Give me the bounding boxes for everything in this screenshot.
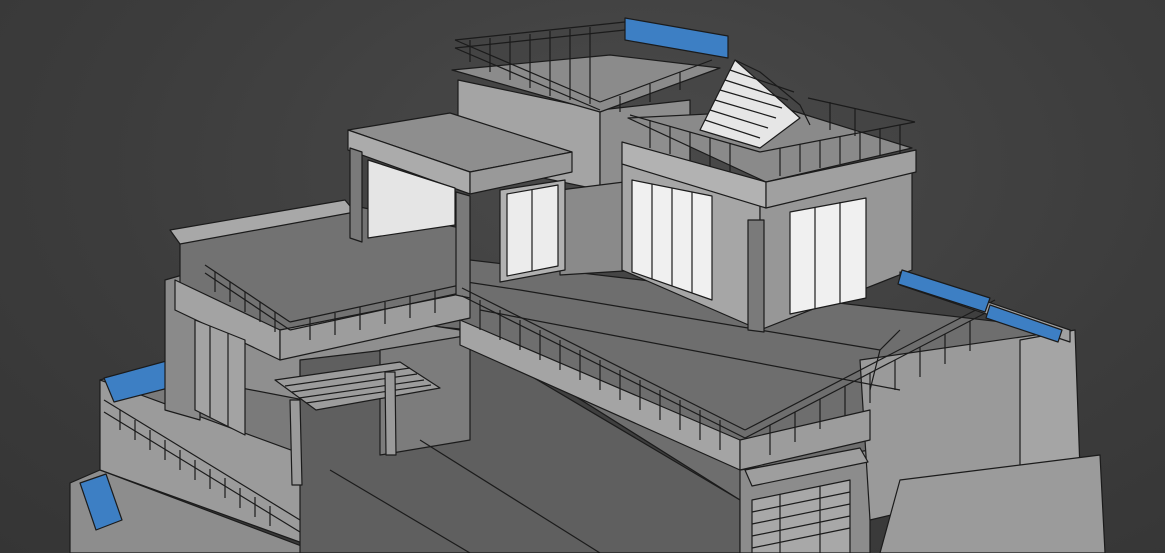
3d-viewport[interactable] <box>0 0 1165 553</box>
blue-parapet-right-upper <box>897 269 991 313</box>
glass-door-right <box>789 197 867 315</box>
right-block-front <box>1019 329 1081 481</box>
pergola-post-2 <box>384 371 397 456</box>
blue-parapet-top <box>624 17 729 59</box>
pavilion-post-right <box>455 191 471 299</box>
pavilion-post-left <box>349 147 363 243</box>
right-pavilion-post <box>747 219 765 333</box>
building-model[interactable] <box>0 0 1165 553</box>
pergola-post <box>289 399 303 486</box>
